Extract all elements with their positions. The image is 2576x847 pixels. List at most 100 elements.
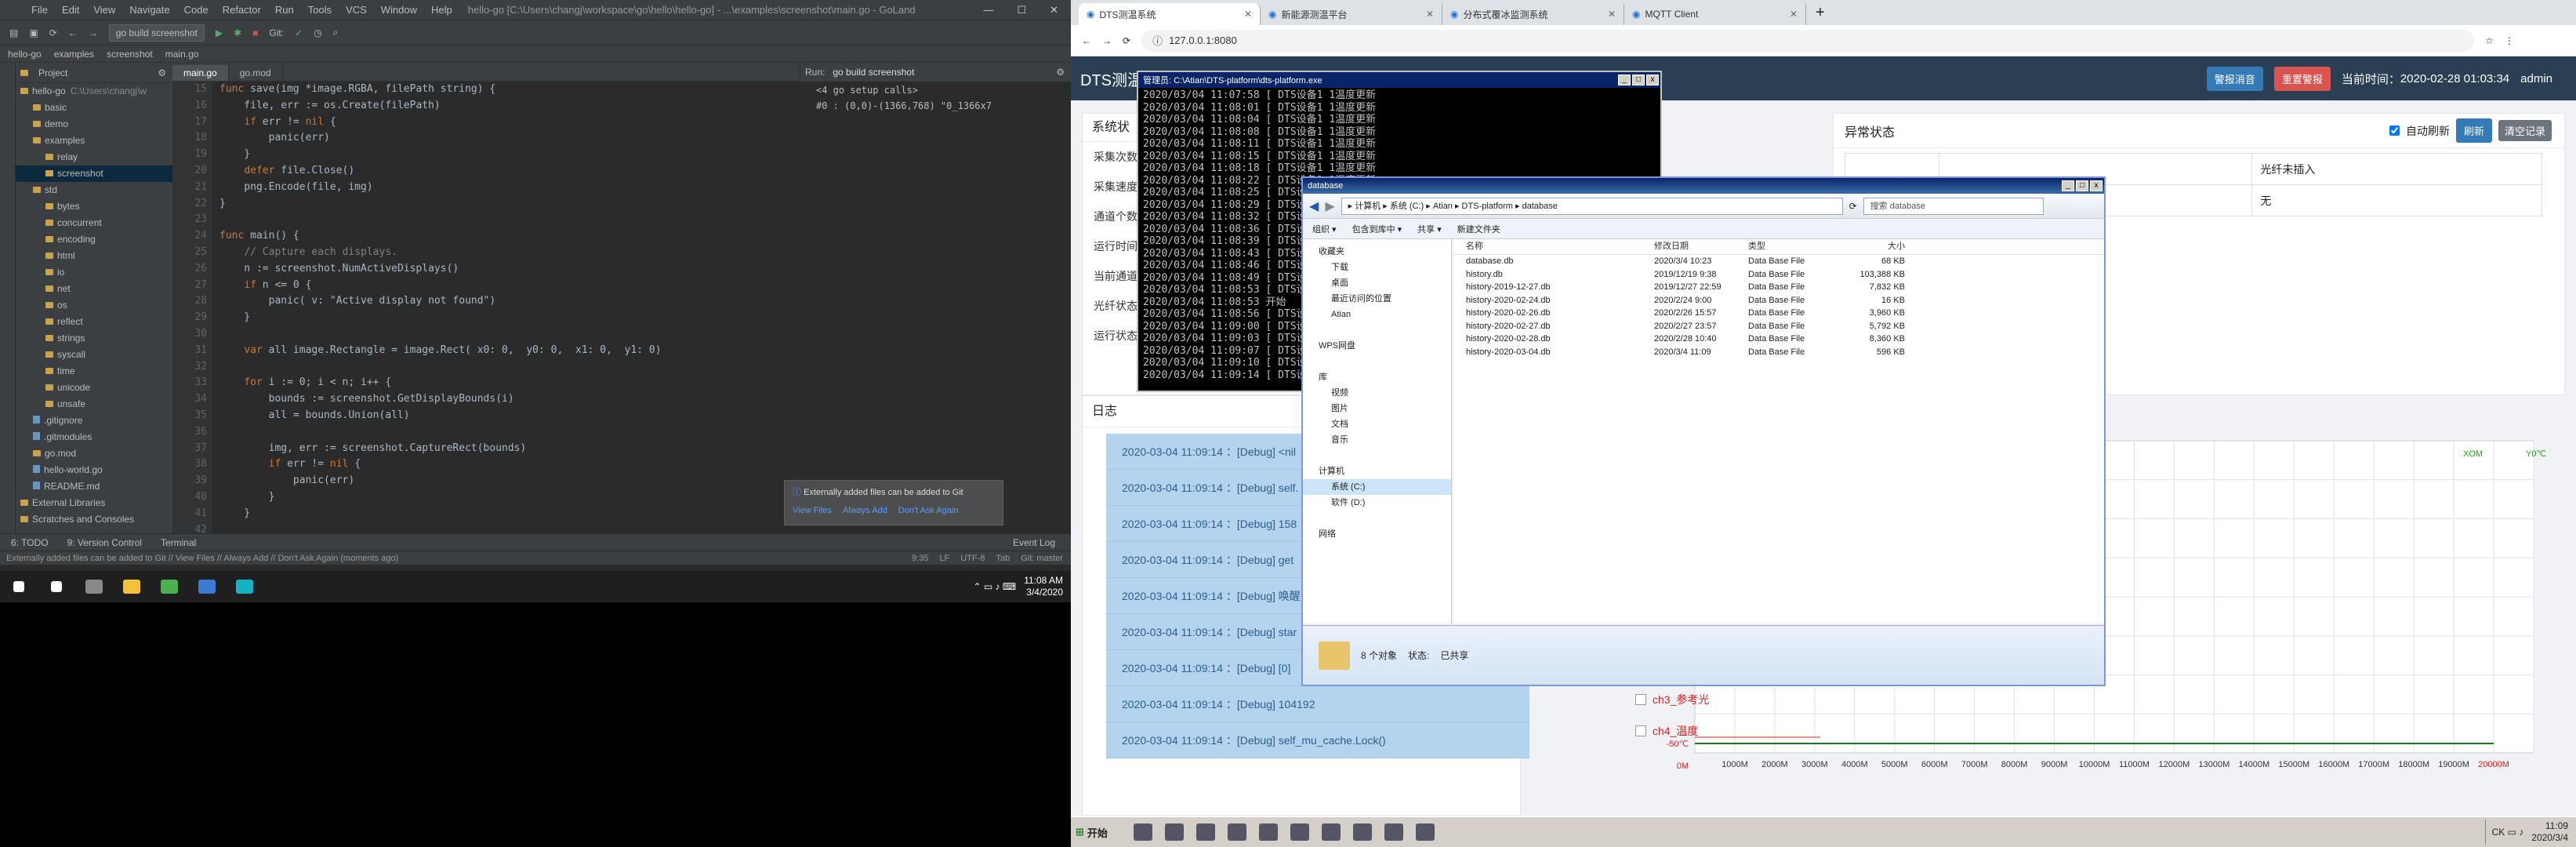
tree-item[interactable]: hello-go C:\Users\changj\w: [16, 83, 172, 100]
browser-tab[interactable]: ◉ MQTT Client ✕: [1624, 3, 1806, 25]
forward-icon[interactable]: →: [1102, 35, 1112, 46]
file-row[interactable]: history-2020-02-28.db 2020/2/28 10:40 Data…: [1453, 333, 2104, 346]
explorer-breadcrumb[interactable]: ▸ 计算机 ▸ 系统 (C:) ▸ Atian ▸ DTS-platform ▸…: [1341, 197, 1843, 215]
terminal-icon[interactable]: [1259, 823, 1278, 841]
tree-item[interactable]: .gitmodules: [16, 429, 172, 445]
nav-item[interactable]: 库: [1303, 369, 1451, 385]
nav-item[interactable]: 计算机: [1303, 463, 1451, 479]
tree-item[interactable]: README.md: [16, 478, 172, 495]
browser-tab[interactable]: ◉ 分布式覆冰监测系统 ✕: [1442, 3, 1624, 25]
minimize-icon[interactable]: —: [983, 4, 993, 16]
breadcrumb-item[interactable]: screenshot: [107, 49, 153, 60]
tree-item[interactable]: External Libraries: [16, 495, 172, 511]
tree-item[interactable]: io: [16, 264, 172, 281]
folder-icon[interactable]: [1228, 823, 1246, 841]
nav-item[interactable]: 桌面: [1303, 275, 1451, 291]
status-item[interactable]: Git: master: [1021, 554, 1063, 563]
notification-action[interactable]: View Files: [793, 506, 832, 515]
editor-tab[interactable]: go.mod: [229, 65, 283, 81]
url-input[interactable]: ⓘ 127.0.0.1:8080: [1141, 29, 2475, 52]
new-tab-icon[interactable]: +: [1806, 4, 1834, 25]
start-icon[interactable]: [0, 571, 38, 602]
tree-item[interactable]: std: [16, 182, 172, 198]
breadcrumb-item[interactable]: hello-go: [8, 49, 42, 60]
column-header[interactable]: 类型: [1748, 239, 1842, 254]
tree-item[interactable]: strings: [16, 330, 172, 347]
tree-item[interactable]: time: [16, 363, 172, 380]
tree-item[interactable]: screenshot: [16, 165, 172, 182]
channel-checkbox[interactable]: [1635, 694, 1646, 705]
tree-item[interactable]: go.mod: [16, 445, 172, 462]
column-header[interactable]: 大小: [1842, 239, 1905, 254]
editor-tab[interactable]: main.go: [172, 65, 229, 81]
column-header[interactable]: 修改日期: [1654, 239, 1748, 254]
minimize-icon[interactable]: _: [2062, 180, 2074, 191]
tree-item[interactable]: reflect: [16, 314, 172, 330]
tree-item[interactable]: Scratches and Consoles: [16, 511, 172, 528]
reset-alarm-button[interactable]: 重置警报: [2273, 66, 2331, 91]
nav-item[interactable]: 系统 (C:): [1303, 479, 1451, 495]
reload-icon[interactable]: ⟳: [1123, 35, 1130, 46]
menu-item-window[interactable]: Window: [381, 4, 417, 16]
close-tab-icon[interactable]: ✕: [1244, 9, 1252, 20]
tree-item[interactable]: os: [16, 297, 172, 314]
nav-item[interactable]: 软件 (D:): [1303, 495, 1451, 511]
tree-item[interactable]: hello-world.go: [16, 462, 172, 478]
code-area[interactable]: func save(img *image.RGBA, filePath stri…: [220, 82, 800, 533]
channel-item[interactable]: ch4_温度: [1635, 715, 1714, 747]
breadcrumb-item[interactable]: main.go: [165, 49, 199, 60]
nav-item[interactable]: 视频: [1303, 385, 1451, 401]
menu-item-help[interactable]: Help: [431, 4, 452, 16]
explorer-command[interactable]: 包含到库中 ▾: [1352, 223, 1402, 235]
status-item[interactable]: LF: [939, 554, 949, 563]
settings-gear-icon[interactable]: ⚙: [158, 67, 172, 78]
nav-item[interactable]: WPS网盘: [1303, 338, 1451, 354]
debug-icon[interactable]: ✱: [234, 27, 241, 38]
menu-icon[interactable]: ⋮: [2505, 35, 2514, 46]
nav-item[interactable]: [1303, 511, 1451, 526]
menu-item-run[interactable]: Run: [275, 4, 294, 16]
refresh-button[interactable]: 刷新: [2455, 118, 2492, 143]
menu-item-code[interactable]: Code: [184, 4, 209, 16]
menu-item-view[interactable]: View: [93, 4, 115, 16]
search-icon[interactable]: [38, 571, 75, 602]
explorer-icon[interactable]: [113, 571, 151, 602]
channel-item[interactable]: ch3_参考光: [1635, 684, 1714, 715]
menu-item-tools[interactable]: Tools: [308, 4, 332, 16]
bottom-tool-tab[interactable]: 6: TODO: [11, 537, 49, 548]
sync-icon[interactable]: ⟳: [49, 27, 57, 38]
tree-item[interactable]: net: [16, 281, 172, 297]
chrome-icon[interactable]: [151, 571, 188, 602]
app-icon[interactable]: [1353, 823, 1372, 841]
maximize-icon[interactable]: □: [2076, 180, 2088, 191]
close-tab-icon[interactable]: ✕: [1608, 9, 1616, 20]
nav-item[interactable]: 图片: [1303, 401, 1451, 416]
alarm-mute-button[interactable]: 警报消音: [2206, 66, 2263, 91]
nav-item[interactable]: 最近访问的位置: [1303, 291, 1451, 307]
breadcrumb-item[interactable]: examples: [54, 49, 94, 60]
app-icon[interactable]: [1416, 823, 1435, 841]
nav-item[interactable]: 网络: [1303, 526, 1451, 542]
nav-item[interactable]: Atian: [1303, 307, 1451, 322]
tree-item[interactable]: basic: [16, 100, 172, 116]
close-icon[interactable]: x: [1646, 75, 1659, 85]
tree-item[interactable]: html: [16, 248, 172, 264]
clock-icon[interactable]: [1165, 823, 1184, 841]
maximize-icon[interactable]: □: [1632, 75, 1645, 85]
explorer-command[interactable]: 共享 ▾: [1417, 223, 1442, 235]
nav-item[interactable]: 音乐: [1303, 432, 1451, 448]
refresh-icon[interactable]: ⟳: [1849, 201, 1857, 212]
tree-item[interactable]: concurrent: [16, 215, 172, 231]
project-label[interactable]: Project: [38, 67, 67, 78]
close-icon[interactable]: ✕: [1050, 4, 1058, 16]
tree-item[interactable]: .gitignore: [16, 413, 172, 429]
tray-icons[interactable]: ⌃ ▭ ♪ ⌨: [973, 581, 1016, 592]
minimize-icon[interactable]: _: [1618, 75, 1631, 85]
forward-icon[interactable]: ▶: [1325, 198, 1334, 214]
tree-item[interactable]: examples: [16, 133, 172, 149]
file-row[interactable]: database.db 2020/3/4 10:23 Data Base File 6…: [1453, 255, 2104, 268]
channel-checkbox[interactable]: [1635, 725, 1646, 736]
maximize-icon[interactable]: ☐: [1017, 4, 1026, 16]
browser-tab[interactable]: ◉ DTS测温系统 ✕: [1079, 3, 1261, 25]
notification-action[interactable]: Always Add: [843, 506, 887, 515]
